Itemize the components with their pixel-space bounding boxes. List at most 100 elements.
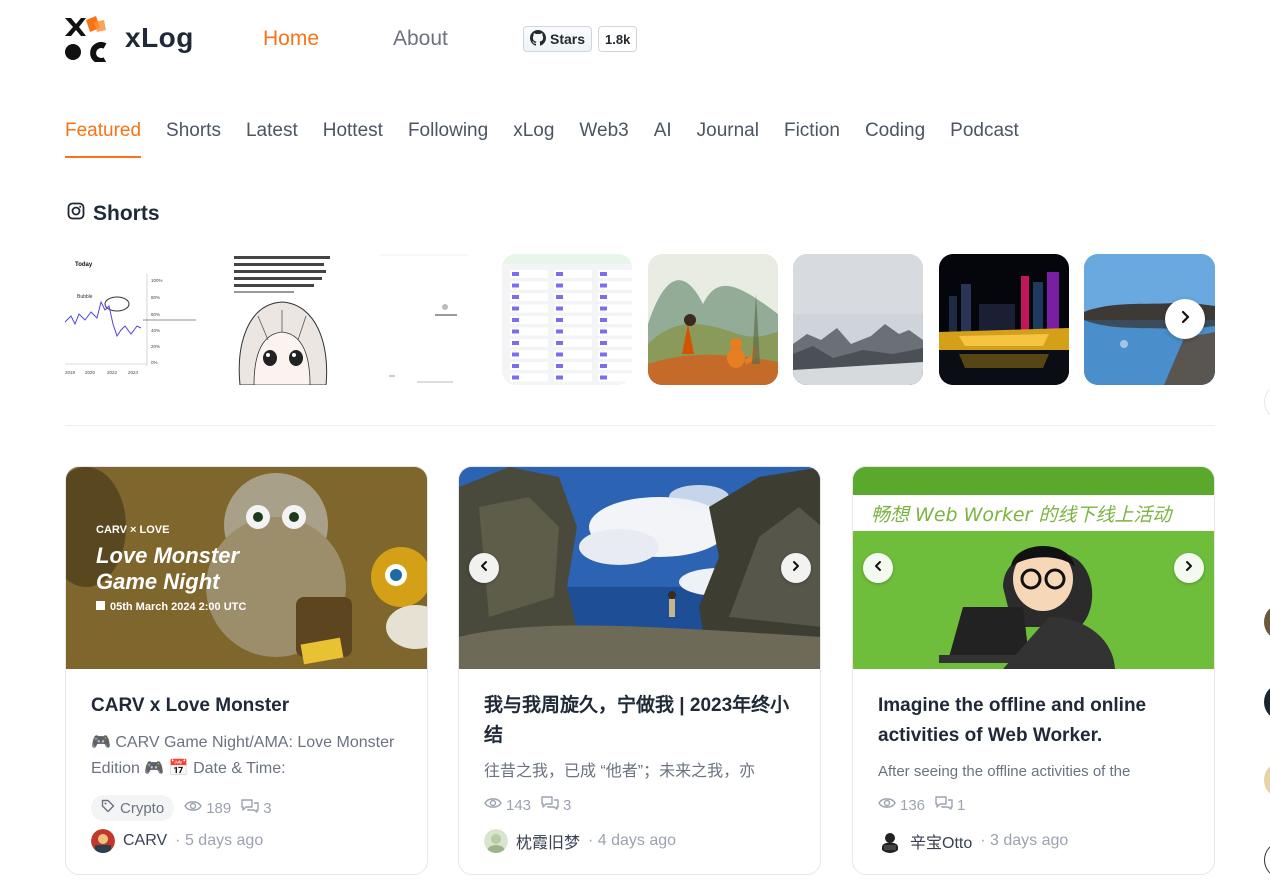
post-time: · 3 days ago — [980, 832, 1069, 849]
tab-ai[interactable]: AI — [654, 120, 672, 158]
github-icon — [530, 29, 546, 49]
edge-avatar[interactable] — [1264, 843, 1270, 877]
chart-thumb-today: Today — [75, 262, 93, 268]
eye-icon — [184, 799, 202, 817]
misty-mountains-thumbnail[interactable] — [793, 254, 923, 385]
chart-thumb-bubble: Bubble — [77, 294, 93, 300]
tab-fiction[interactable]: Fiction — [784, 120, 840, 158]
post-author[interactable]: CARV · 5 days ago — [91, 829, 263, 853]
chart-thumb-0: 0% — [151, 360, 158, 365]
cover-next-button[interactable] — [781, 553, 811, 583]
post-card[interactable]: 我与我周旋久，宁做我 | 2023年终小结 往昔之我，已成 “他者”；未来之我，… — [458, 466, 821, 875]
github-stars-widget[interactable]: Stars 1.8k — [523, 26, 638, 52]
shorts-next-button[interactable] — [1165, 299, 1205, 339]
author-name[interactable]: CARV — [123, 832, 167, 850]
table-cell-badge — [556, 341, 563, 345]
section-divider — [65, 425, 1215, 426]
github-stars-count[interactable]: 1.8k — [598, 26, 638, 52]
chart-thumbnail[interactable]: Today Bubble 100% 80% 60% 40% 20% 0% 201… — [65, 254, 196, 385]
post-excerpt: 🎮 CARV Game Night/AMA: Love Monster Edit… — [91, 734, 395, 777]
post-title[interactable]: Imagine the offline and online activitie… — [878, 691, 1193, 751]
tab-hottest[interactable]: Hottest — [323, 120, 383, 158]
nav-home-link[interactable]: Home — [263, 27, 319, 51]
chevron-right-icon — [790, 559, 802, 577]
tab-coding[interactable]: Coding — [865, 120, 925, 158]
table-cell-badge — [556, 375, 563, 380]
post-author[interactable]: 枕霞旧梦 · 4 days ago — [484, 829, 676, 853]
comments-icon — [541, 795, 559, 815]
anime-girl-thumbnail[interactable] — [218, 254, 344, 385]
views-count: 136 — [900, 796, 926, 814]
table-cell-badge — [556, 283, 563, 288]
avatar[interactable] — [484, 829, 508, 853]
city-night-thumbnail[interactable] — [939, 254, 1069, 385]
eye-icon — [484, 796, 502, 814]
post-card[interactable]: 畅想 Web Worker 的线下线上活动 Imagine the offlin… — [852, 466, 1215, 875]
table-cell-badge — [556, 352, 563, 357]
post-cover-image[interactable] — [459, 467, 820, 669]
edge-avatar[interactable] — [1264, 685, 1270, 719]
post-excerpt: 往昔之我，已成 “他者”；未来之我，亦 — [484, 763, 756, 780]
table-cell-badge — [600, 329, 607, 334]
table-cell-badge — [600, 306, 607, 311]
post-title[interactable]: 我与我周旋久，宁做我 | 2023年终小结 — [484, 691, 799, 751]
tab-web3[interactable]: Web3 — [579, 120, 628, 158]
watercolor-fox-thumbnail[interactable] — [648, 254, 778, 385]
post-time: · 4 days ago — [588, 832, 677, 849]
table-cell-badge — [556, 306, 563, 311]
table-cell-badge — [512, 272, 519, 276]
xlog-logo[interactable] — [64, 16, 110, 64]
tab-xlog[interactable]: xLog — [513, 120, 554, 158]
author-name[interactable]: 枕霞旧梦 — [516, 829, 580, 853]
tab-featured[interactable]: Featured — [65, 120, 142, 158]
edge-avatar[interactable] — [1264, 605, 1270, 639]
shorts-heading: Shorts — [67, 202, 160, 226]
tab-following[interactable]: Following — [408, 120, 488, 158]
author-name[interactable]: 辛宝Otto — [910, 829, 972, 853]
chevron-right-icon — [1183, 559, 1195, 577]
tag-chip[interactable]: Crypto — [91, 795, 175, 821]
tab-latest[interactable]: Latest — [246, 120, 298, 158]
post-time: · 5 days ago — [175, 832, 264, 849]
post-title[interactable]: CARV x Love Monster — [91, 691, 406, 721]
comments-count: 3 — [563, 796, 572, 814]
table-cell-badge — [512, 341, 519, 345]
avatar[interactable] — [91, 829, 115, 853]
comments-stat: 3 — [241, 798, 272, 818]
github-stars-button[interactable]: Stars — [523, 26, 593, 52]
table-cell-badge — [600, 375, 607, 380]
brand-name[interactable]: xLog — [125, 22, 194, 54]
table-cell-badge — [512, 283, 519, 288]
cover-next-button[interactable] — [1174, 553, 1204, 583]
avatar[interactable] — [878, 829, 902, 853]
chevron-left-icon — [478, 559, 490, 577]
cover-prev-button[interactable] — [863, 553, 893, 583]
post-card[interactable]: CARV × LOVE Love Monster Game Night 05th… — [65, 466, 428, 875]
table-cell-badge — [512, 364, 519, 368]
post-author[interactable]: 辛宝Otto · 3 days ago — [878, 829, 1068, 853]
chevron-right-icon — [1178, 310, 1192, 329]
post-cover-image[interactable]: 畅想 Web Worker 的线下线上活动 — [853, 467, 1214, 669]
comments-stat: 3 — [541, 795, 571, 815]
chart-thumb-60: 60% — [151, 312, 160, 317]
tab-journal[interactable]: Journal — [697, 120, 759, 158]
table-screenshot-thumbnail[interactable] — [502, 254, 632, 385]
cover-prev-button[interactable] — [469, 553, 499, 583]
table-cell-badge — [512, 295, 519, 299]
table-cell-badge — [512, 375, 519, 380]
chart-thumb-2024: 2024 — [128, 370, 139, 375]
post-cover-image[interactable]: CARV × LOVE Love Monster Game Night 05th… — [66, 467, 427, 669]
edge-button[interactable] — [1264, 385, 1270, 419]
table-cell-badge — [556, 329, 563, 334]
table-cell-badge — [556, 295, 563, 299]
tab-shorts[interactable]: Shorts — [166, 120, 221, 158]
views-stat: 136 — [878, 796, 925, 814]
chart-thumb-80: 80% — [151, 295, 160, 300]
tab-podcast[interactable]: Podcast — [950, 120, 1019, 158]
tag-icon — [101, 799, 115, 817]
nav-about-link[interactable]: About — [393, 27, 448, 51]
edge-avatar[interactable] — [1264, 763, 1270, 797]
views-stat: 143 — [484, 796, 531, 814]
screenshot-thumbnail[interactable] — [371, 254, 477, 385]
chart-thumb-2022: 2022 — [107, 370, 118, 375]
